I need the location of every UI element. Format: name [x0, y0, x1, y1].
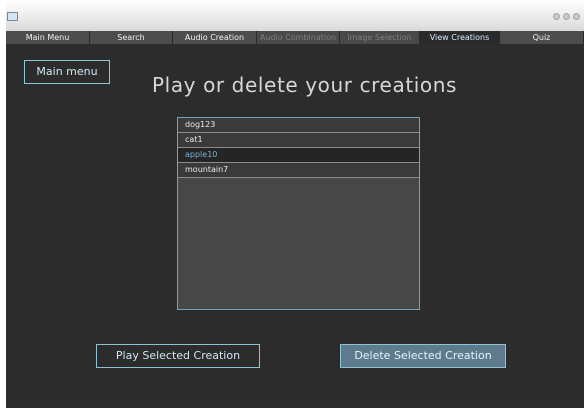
tab-main-menu[interactable]: Main Menu	[6, 31, 90, 44]
window-icon	[7, 12, 18, 21]
tab-image-selection[interactable]: Image Selection	[340, 31, 420, 44]
window-controls	[553, 13, 580, 20]
play-selected-button[interactable]: Play Selected Creation	[96, 344, 260, 368]
list-item[interactable]: mountain7	[178, 163, 419, 178]
tab-search[interactable]: Search	[90, 31, 173, 44]
list-item[interactable]: dog123	[178, 118, 419, 133]
page-title: Play or delete your creations	[152, 73, 458, 97]
app-window: Main Menu Search Audio Creation Audio Co…	[6, 0, 584, 408]
tab-bar: Main Menu Search Audio Creation Audio Co…	[6, 31, 584, 44]
tab-audio-creation[interactable]: Audio Creation	[173, 31, 257, 44]
list-item-selected[interactable]: apple10	[178, 148, 419, 163]
creations-list[interactable]: dog123 cat1 apple10 mountain7	[177, 117, 420, 310]
main-menu-button[interactable]: Main menu	[24, 60, 110, 84]
close-icon[interactable]	[573, 13, 580, 20]
tab-quiz[interactable]: Quiz	[500, 31, 584, 44]
tab-audio-combination[interactable]: Audio Combination	[257, 31, 340, 44]
delete-selected-button[interactable]: Delete Selected Creation	[340, 344, 506, 368]
list-item[interactable]: cat1	[178, 133, 419, 148]
minimize-icon[interactable]	[553, 13, 560, 20]
tab-view-creations[interactable]: View Creations	[420, 31, 500, 44]
title-bar	[6, 0, 584, 32]
maximize-icon[interactable]	[563, 13, 570, 20]
